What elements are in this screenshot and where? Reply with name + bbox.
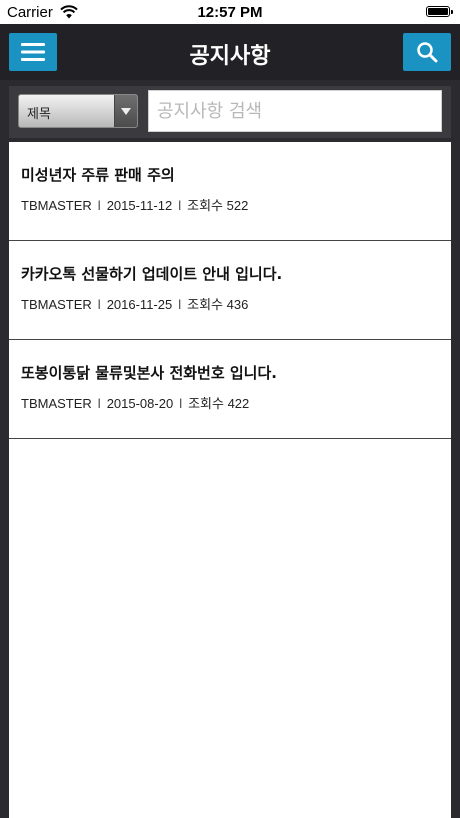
notice-views: 조회수 422 xyxy=(188,396,250,411)
notice-views: 조회수 522 xyxy=(187,198,249,213)
notice-author: TBMASTER xyxy=(21,297,92,312)
search-field-selected: 제목 xyxy=(27,107,51,122)
list-item[interactable]: 카카오톡 선물하기 업데이트 안내 입니다. TBMASTER l 2016-11-… xyxy=(9,241,451,340)
chevron-down-icon xyxy=(114,95,137,127)
notice-views: 조회수 436 xyxy=(187,297,249,312)
list-item[interactable]: 미성년자 주류 판매 주의 TBMASTER l 2015-11-12 l 조회수 52… xyxy=(9,142,451,241)
notice-list: 미성년자 주류 판매 주의 TBMASTER l 2015-11-12 l 조회수 52… xyxy=(9,142,451,818)
search-bar: 제목 xyxy=(9,86,451,138)
notice-title: 카카오톡 선물하기 업데이트 안내 입니다. xyxy=(21,265,283,283)
search-button[interactable] xyxy=(403,33,451,71)
status-bar: Carrier 12:57 PM xyxy=(0,0,460,24)
meta-separator: l xyxy=(97,297,101,312)
search-icon xyxy=(417,42,438,63)
search-field-select[interactable]: 제목 xyxy=(18,94,138,128)
meta-separator: l xyxy=(179,396,183,411)
meta-separator: l xyxy=(97,396,101,411)
status-time: 12:57 PM xyxy=(197,4,263,21)
page-title: 공지사항 xyxy=(189,44,271,69)
notice-title: 또봉이통닭 물류및본사 전화번호 입니다. xyxy=(21,364,277,382)
notice-date: 2015-11-12 xyxy=(106,198,173,213)
list-item[interactable]: 또봉이통닭 물류및본사 전화번호 입니다. TBMASTER l 2015-08-2… xyxy=(9,340,451,439)
notice-author: TBMASTER xyxy=(21,198,92,213)
notice-meta: TBMASTER l 2016-11-25 l 조회수 436 xyxy=(21,294,248,313)
notice-author: TBMASTER xyxy=(21,396,92,411)
nav-bar: 공지사항 xyxy=(0,24,460,80)
notice-meta: TBMASTER l 2015-08-20 l 조회수 422 xyxy=(21,393,249,412)
search-input[interactable] xyxy=(148,90,442,132)
meta-separator: l xyxy=(97,198,101,213)
notice-date: 2015-08-20 xyxy=(106,396,174,411)
notice-date: 2016-11-25 xyxy=(106,297,173,312)
battery-icon xyxy=(426,6,453,17)
notice-meta: TBMASTER l 2015-11-12 l 조회수 522 xyxy=(21,195,248,214)
meta-separator: l xyxy=(178,297,182,312)
notice-title: 미성년자 주류 판매 주의 xyxy=(21,166,175,184)
meta-separator: l xyxy=(178,198,182,213)
